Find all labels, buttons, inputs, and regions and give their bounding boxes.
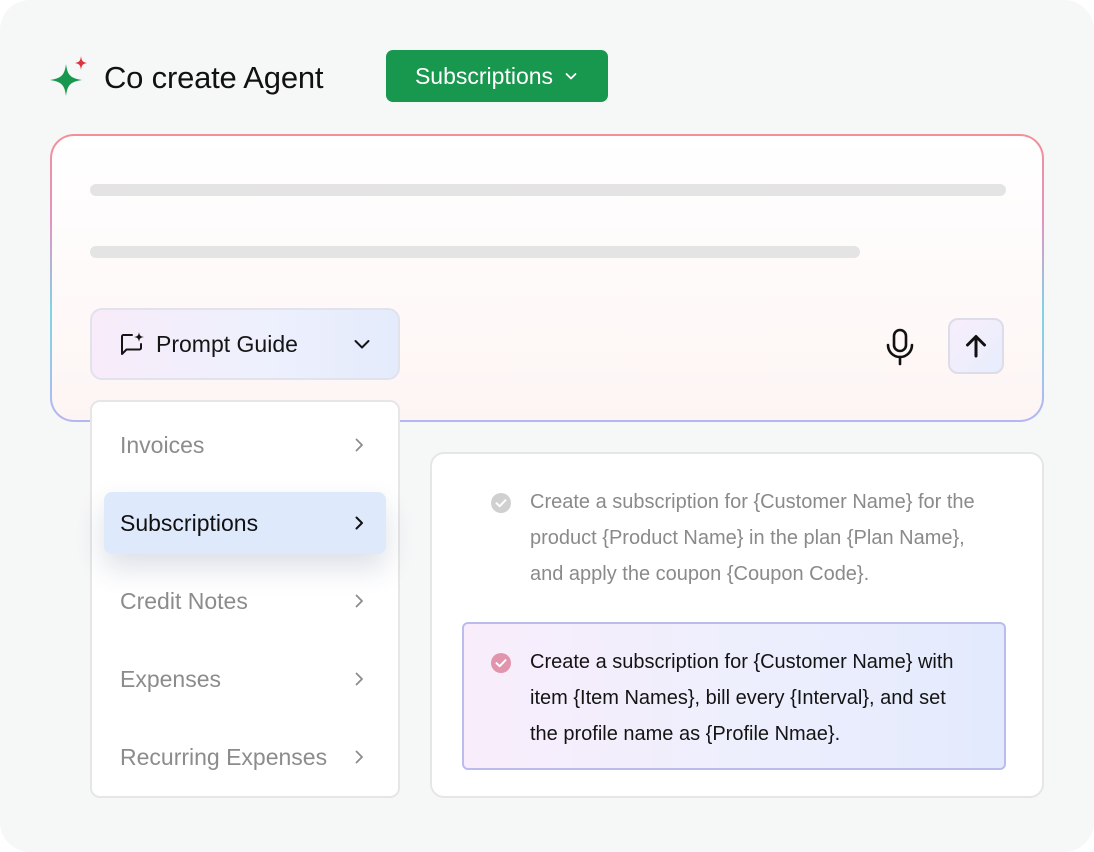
prompt-input-area[interactable]: Prompt Guide xyxy=(52,136,1042,420)
chevron-down-icon xyxy=(354,340,370,349)
menu-item-credit-notes[interactable]: Credit Notes xyxy=(104,570,386,632)
check-circle-icon xyxy=(491,493,511,513)
prompt-guide-menu: Invoices Subscriptions Credit Notes Expe… xyxy=(90,400,400,798)
prompt-suggestion[interactable]: Create a subscription for {Customer Name… xyxy=(462,484,1006,594)
chevron-down-icon xyxy=(565,73,577,80)
prompt-guide-button[interactable]: Prompt Guide xyxy=(90,308,400,380)
send-button[interactable] xyxy=(948,318,1004,374)
menu-item-label: Recurring Expenses xyxy=(120,743,328,770)
prompt-suggestion-selected[interactable]: Create a subscription for {Customer Name… xyxy=(462,622,1006,770)
chevron-right-icon xyxy=(355,516,363,530)
menu-item-invoices[interactable]: Invoices xyxy=(104,414,386,476)
input-placeholder-line xyxy=(90,246,860,258)
check-circle-icon xyxy=(491,653,511,673)
menu-item-subscriptions[interactable]: Subscriptions xyxy=(104,492,386,554)
menu-item-label: Subscriptions xyxy=(120,509,259,536)
menu-item-expenses[interactable]: Expenses xyxy=(104,648,386,710)
chevron-right-icon xyxy=(355,438,363,452)
menu-item-label: Invoices xyxy=(120,431,205,458)
app-title: Co create Agent xyxy=(104,60,324,95)
menu-item-label: Expenses xyxy=(120,665,222,692)
prompt-suggestion-text: Create a subscription for {Customer Name… xyxy=(530,491,975,585)
menu-item-recurring-expenses[interactable]: Recurring Expenses xyxy=(104,726,386,788)
chevron-right-icon xyxy=(355,672,363,686)
module-select-button[interactable]: Subscriptions xyxy=(386,50,608,102)
agent-card: Co create Agent Subscriptions Prompt Gui… xyxy=(0,0,1094,852)
menu-item-label: Credit Notes xyxy=(120,587,248,614)
chat-sparkle-icon xyxy=(121,332,144,355)
prompt-suggestions-panel: Create a subscription for {Customer Name… xyxy=(430,452,1044,798)
prompt-input-box[interactable]: Prompt Guide xyxy=(50,134,1044,422)
input-placeholder-line xyxy=(90,184,1006,196)
prompt-suggestion-text: Create a subscription for {Customer Name… xyxy=(530,651,954,745)
arrow-up-icon xyxy=(966,335,986,358)
prompt-guide-label: Prompt Guide xyxy=(156,330,298,357)
sparkle-icon xyxy=(50,56,87,96)
module-select-label: Subscriptions xyxy=(414,62,554,89)
chevron-right-icon xyxy=(355,750,363,764)
chevron-right-icon xyxy=(355,594,363,608)
microphone-icon[interactable] xyxy=(878,324,922,368)
